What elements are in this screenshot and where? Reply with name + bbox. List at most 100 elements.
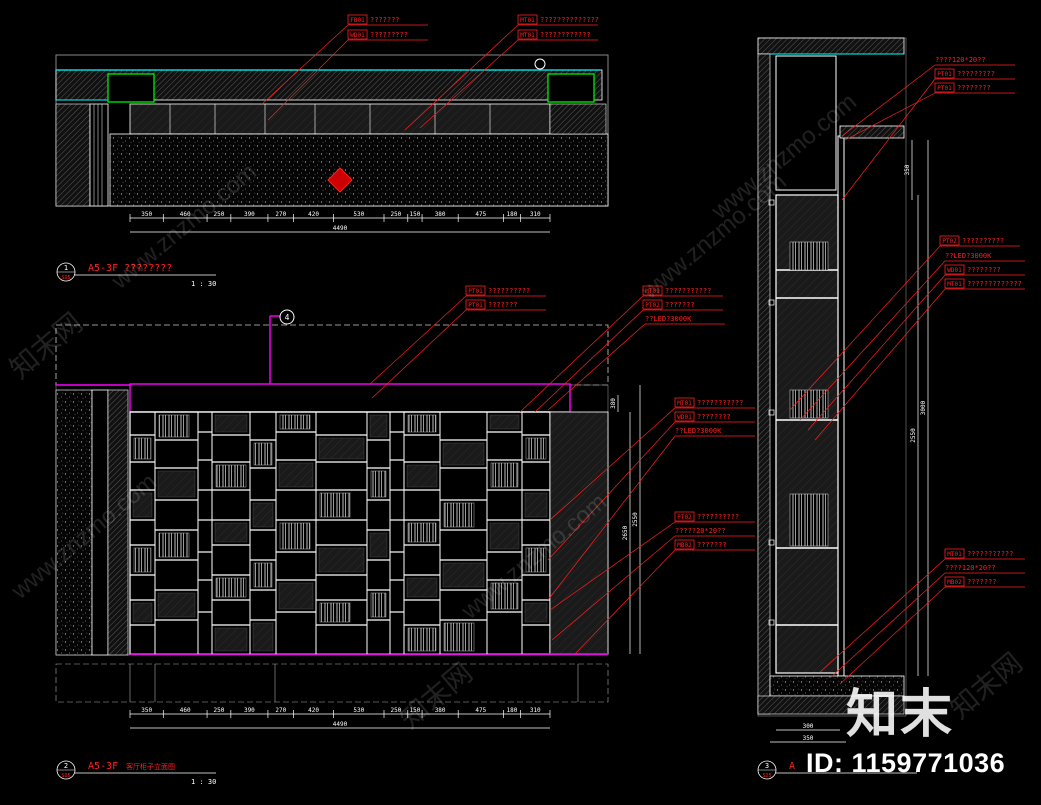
dim-label: 310 [530,211,541,218]
dim-label: 150 [409,211,420,218]
tag-text: ??LED?3000K [675,427,722,435]
shelf-books [490,462,519,488]
tag-leader [547,323,646,411]
tag-text: ????120*20?? [945,564,996,572]
dim-label: 380 [435,211,446,218]
shelf-books [253,562,273,588]
shelf-back-panel [524,492,548,518]
plan-right-block [549,103,607,135]
shelf-back-panel [318,437,365,460]
tag-text: ???????? [957,84,991,92]
tag-code: PT01 [468,288,483,295]
section-books [789,493,829,547]
tag-text: ??????? [665,301,695,309]
tag-text: ?????????????? [540,16,599,24]
shelf-books [215,577,247,598]
title-number: 2 [64,762,68,770]
vdim-label: 350 [904,164,911,175]
tag-leader [839,586,946,685]
dim-label: 180 [507,707,518,714]
shelf-back-panel [406,577,438,598]
material-tag: PT01??????? [371,299,546,399]
title-number: 1 [64,264,68,272]
tag-text: ????????????? [967,280,1022,288]
tag-code: PT02 [677,514,692,521]
tag-code: MB02 [947,579,962,586]
elev-ceiling-dashed [55,324,609,386]
dim-total-label: 4490 [333,225,348,232]
elev-bulkhead [129,383,571,413]
shelf-books [407,522,437,543]
tag-text: ??????? [697,541,727,549]
shelf-back-panel [157,470,196,498]
dim-label: 460 [180,707,191,714]
plan-cabinet-strip [129,103,551,135]
shelf-books [133,437,152,460]
tag-code: PT01 [937,71,952,78]
plan-left-wall [55,103,91,207]
plan-floor-terrazzo [109,133,609,207]
shelf-books [158,532,190,558]
tag-code: MT01 [947,551,962,558]
tag-text: ??????????? [697,399,743,407]
dim-label: 530 [353,211,364,218]
tag-text: ????120*20?? [935,56,986,64]
tag-code: FB01 [350,17,365,24]
shelf-back-panel [214,522,248,543]
tag-code: MT01 [520,32,535,39]
dim-label: 390 [244,211,255,218]
shelf-books [370,592,387,618]
shelf-books [370,470,387,498]
dim-label: 180 [507,211,518,218]
dim-label: 270 [275,707,286,714]
shelf-books [215,464,247,488]
tag-leader [369,295,467,385]
plan-door-jamb [89,103,109,207]
shelf-back-panel [524,602,548,623]
watermark-logo: 知末 [846,685,955,745]
tag-leader [519,295,644,413]
vdim-label: 2550 [632,512,639,527]
shelf-back-panel [406,464,438,488]
shelf-books [279,414,311,430]
dim-label: 350 [141,707,152,714]
shelf-books [279,522,311,550]
cad-drawing-canvas: 4 350 460 250 390 270 420 530 250 150 380 475 180 31… [0,0,1041,805]
tag-text: ??????? [370,16,400,24]
tag-code: WD01 [677,414,692,421]
material-tag: ??LED?3000K [547,315,725,411]
dim-label: 270 [275,211,286,218]
shelf-books [407,627,437,652]
tag-code: WD01 [947,267,962,274]
tag-leader [819,558,946,673]
shelf-back-panel [489,414,520,430]
vdim-label: 2550 [910,428,917,443]
tag-text: ??????? [488,301,518,309]
tag-code: PT02 [942,238,957,245]
tag-text: ????????? [370,31,408,39]
tag-leader [841,78,936,201]
dim-label: 475 [475,707,486,714]
dim-total-label: 4490 [333,721,348,728]
vdim-label: 3000 [920,400,927,415]
title-text: A5-3F [88,761,118,772]
tag-code: PT01 [468,302,483,309]
vdim-label: 380 [610,398,617,409]
shelf-back-panel [318,547,365,573]
shelf-books [443,502,475,528]
tag-code: MT01 [677,400,692,407]
shelf-books [253,442,273,466]
dim-label: 310 [530,707,541,714]
shelf-back-panel [442,562,485,588]
shelf-back-panel [278,462,314,488]
shelf-books [319,602,351,623]
tag-code: MT01 [947,281,962,288]
watermark-text: 知末网 [394,657,478,735]
tag-text: ????????? [957,70,995,78]
tag-text: ?????20*20?? [675,527,726,535]
dim-label: 390 [244,707,255,714]
tag-text: ?????????? [488,287,530,295]
shelf-back-panel [489,522,520,550]
tag-code: MB02 [677,542,692,549]
dim-label: 250 [214,707,225,714]
